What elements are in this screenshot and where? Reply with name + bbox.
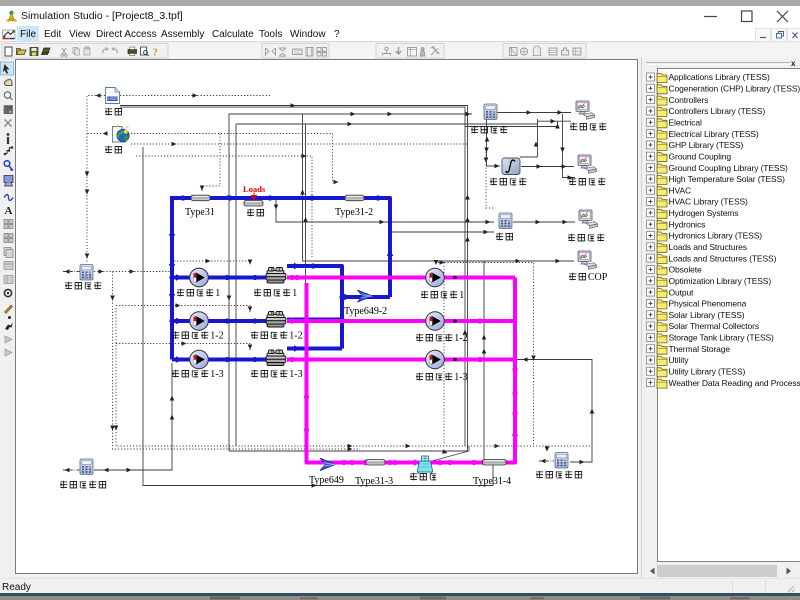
svg-text:Type649-2: Type649-2 xyxy=(344,306,387,317)
svg-text:Type31-4: Type31-4 xyxy=(473,476,511,487)
svg-text:Weather Data Reading and Proce: Weather Data Reading and Process xyxy=(669,378,800,388)
svg-text:Solar Library (TESS): Solar Library (TESS) xyxy=(669,310,745,320)
svg-text:Physical Phenomena: Physical Phenomena xyxy=(669,299,747,309)
svg-text:1-2: 1-2 xyxy=(289,331,302,342)
svg-text:HVAC Library (TESS): HVAC Library (TESS) xyxy=(669,197,749,207)
svg-text:Optimization Library (TESS): Optimization Library (TESS) xyxy=(669,276,772,286)
svg-text:1-3: 1-3 xyxy=(289,369,302,380)
svg-text:Ground Coupling Library (TESS): Ground Coupling Library (TESS) xyxy=(669,163,789,173)
svg-text:Loads and Structures (TESS): Loads and Structures (TESS) xyxy=(669,253,777,263)
svg-text:Solar Thermal Collectors: Solar Thermal Collectors xyxy=(669,321,760,331)
svg-text:1: 1 xyxy=(459,290,464,301)
svg-text:HVAC: HVAC xyxy=(669,185,692,195)
svg-text:Utility: Utility xyxy=(669,355,690,365)
svg-text:COP: COP xyxy=(588,272,608,283)
svg-text:High Temperature Solar (TESS): High Temperature Solar (TESS) xyxy=(669,174,786,184)
svg-text:Applications Library (TESS): Applications Library (TESS) xyxy=(669,72,770,82)
svg-text:Hydronics: Hydronics xyxy=(669,219,706,229)
svg-text:Controllers Library (TESS): Controllers Library (TESS) xyxy=(669,106,766,116)
svg-text:Obsolete: Obsolete xyxy=(669,265,702,275)
svg-text:Hydrogen Systems: Hydrogen Systems xyxy=(669,208,739,218)
svg-text:Thermal Storage: Thermal Storage xyxy=(669,344,731,354)
svg-text:Electrical Library (TESS): Electrical Library (TESS) xyxy=(669,129,759,139)
svg-text:Hydronics Library (TESS): Hydronics Library (TESS) xyxy=(669,231,763,241)
svg-text:Storage Tank Library (TESS): Storage Tank Library (TESS) xyxy=(669,333,775,343)
svg-text:GHP Library (TESS): GHP Library (TESS) xyxy=(669,140,744,150)
svg-text:1: 1 xyxy=(292,288,297,299)
svg-text:Type31-3: Type31-3 xyxy=(355,476,393,487)
svg-text:1-3: 1-3 xyxy=(210,369,223,380)
svg-text:1-2: 1-2 xyxy=(210,331,223,342)
svg-text:Output: Output xyxy=(669,287,695,297)
svg-text:1: 1 xyxy=(215,288,220,299)
svg-text:Type31-2: Type31-2 xyxy=(335,207,373,218)
svg-text:1-2: 1-2 xyxy=(454,333,467,344)
svg-text:Ground Coupling: Ground Coupling xyxy=(669,151,732,161)
svg-text:Cogeneration (CHP) Library (TE: Cogeneration (CHP) Library (TESS) xyxy=(669,84,800,94)
svg-text:Type31: Type31 xyxy=(185,207,215,218)
svg-text:Controllers: Controllers xyxy=(669,95,709,105)
svg-text:Loads and Structures: Loads and Structures xyxy=(669,242,747,252)
svg-text:1-3: 1-3 xyxy=(454,372,467,383)
svg-text:Type649: Type649 xyxy=(309,475,344,486)
svg-text:Electrical: Electrical xyxy=(669,118,703,128)
svg-text:Utility Library (TESS): Utility Library (TESS) xyxy=(669,367,746,377)
